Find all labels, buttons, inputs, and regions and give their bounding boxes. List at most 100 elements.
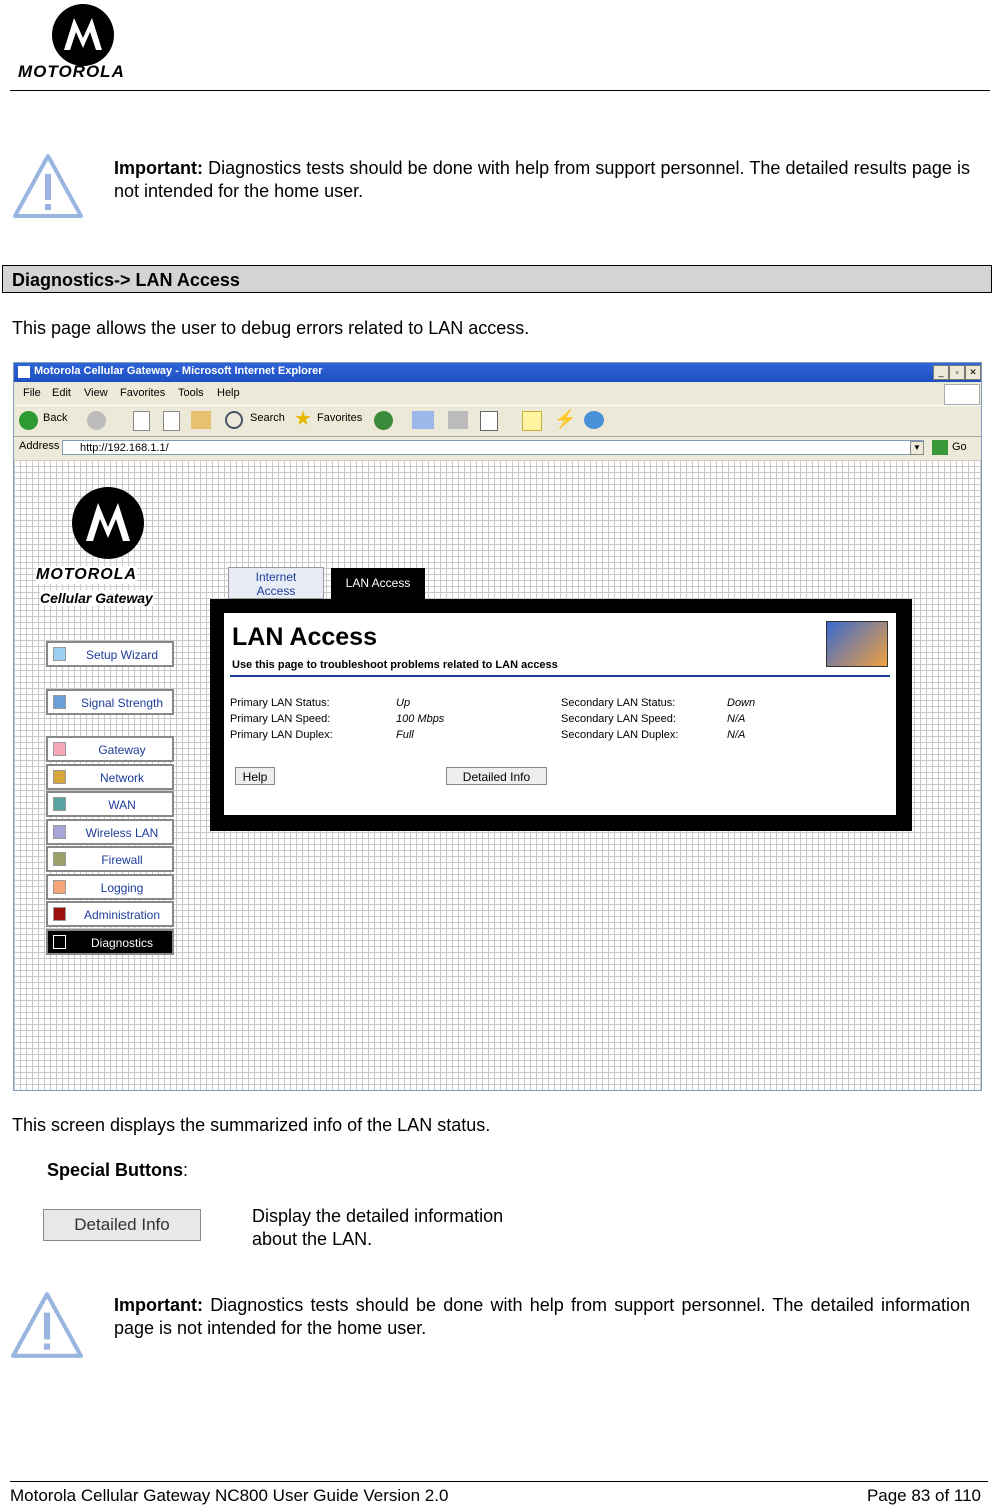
maximize-icon[interactable]: ▫ — [949, 365, 965, 380]
warning-icon — [12, 152, 84, 225]
tab-internet-access[interactable]: Internet Access — [228, 567, 324, 599]
warning-icon — [10, 1290, 84, 1365]
nav-swatch — [53, 825, 66, 839]
nav-swatch — [53, 647, 66, 661]
back-arrow-icon[interactable] — [19, 411, 38, 430]
close-icon[interactable]: ✕ — [965, 365, 981, 380]
important-text: Diagnostics tests should be done with he… — [114, 158, 970, 201]
footer-divider — [10, 1481, 988, 1482]
secondary-speed-label: Secondary LAN Speed: — [561, 713, 676, 725]
tab-internet-label: Internet Access — [255, 570, 297, 598]
nav-setup-wizard[interactable]: Setup Wizard — [46, 641, 174, 667]
important-note: Important: Diagnostics tests should be d… — [114, 157, 970, 203]
secondary-duplex-label: Secondary LAN Duplex: — [561, 729, 679, 741]
browser-window: Motorola Cellular Gateway - Microsoft In… — [13, 362, 982, 1091]
secondary-speed-value: N/A — [727, 713, 746, 725]
nav-swatch — [53, 770, 66, 784]
secondary-duplex-value: N/A — [727, 729, 746, 741]
refresh-icon[interactable] — [163, 411, 180, 431]
nav-label: Setup Wizard — [85, 648, 159, 662]
description-line-1: Display the detailed information — [252, 1206, 504, 1226]
nav-logging[interactable]: Logging — [46, 874, 174, 900]
footer-page-number: Page 83 of 110 — [866, 1486, 981, 1505]
go-arrow-icon[interactable] — [932, 440, 948, 455]
forward-arrow-icon[interactable] — [87, 411, 106, 430]
favorites-star-icon[interactable]: ★ — [294, 409, 312, 429]
window-title: Motorola Cellular Gateway - Microsoft In… — [34, 365, 323, 377]
history-icon[interactable] — [374, 411, 393, 430]
nav-label: WAN — [108, 798, 136, 812]
button-description: Display the detailed information about t… — [252, 1205, 503, 1251]
menu-view[interactable]: View — [84, 387, 108, 399]
back-button[interactable]: Back — [43, 412, 67, 424]
menu-favorites[interactable]: Favorites — [120, 387, 165, 399]
note-icon[interactable] — [522, 411, 542, 431]
edit-icon[interactable] — [480, 411, 498, 431]
nav-swatch — [53, 907, 66, 921]
print-icon[interactable] — [448, 411, 468, 429]
go-button[interactable]: Go — [952, 441, 967, 453]
home-icon[interactable] — [191, 411, 211, 429]
nav-gateway[interactable]: Gateway — [46, 736, 174, 762]
menu-file[interactable]: File — [23, 387, 41, 399]
primary-status-value: Up — [396, 697, 411, 709]
motorola-wordmark: MOTOROLA — [18, 62, 125, 81]
tab-lan-label: LAN Access — [345, 576, 411, 590]
detailed-info-button[interactable]: Detailed Info — [446, 767, 547, 785]
menu-edit[interactable]: Edit — [52, 387, 71, 399]
nav-label: Diagnostics — [90, 936, 154, 950]
stop-icon[interactable] — [133, 411, 150, 431]
secondary-status-label: Secondary LAN Status: — [561, 697, 676, 709]
help-button[interactable]: Help — [235, 767, 275, 785]
menu-help[interactable]: Help — [217, 387, 240, 399]
nav-administration[interactable]: Administration — [46, 901, 174, 927]
app-product: Cellular Gateway — [40, 590, 153, 606]
address-label: Address — [19, 440, 60, 452]
panel-content: LAN Access Use this page to troubleshoot… — [224, 613, 896, 815]
section-header: Diagnostics-> LAN Access — [2, 265, 992, 293]
menu-bar: File Edit View Favorites Tools Help — [14, 383, 981, 405]
nav-label: Network — [99, 771, 144, 785]
special-heading-label: Special Buttons — [47, 1160, 184, 1180]
nav-label: Wireless LAN — [85, 826, 159, 840]
panel-subtitle: Use this page to troubleshoot problems r… — [232, 659, 558, 671]
motorola-logo-icon — [72, 487, 144, 559]
lan-access-panel: LAN Access Use this page to troubleshoot… — [210, 599, 912, 831]
menu-tools[interactable]: Tools — [178, 387, 204, 399]
nav-swatch — [53, 935, 66, 949]
nav-wireless-lan[interactable]: Wireless LAN — [46, 819, 174, 845]
page-viewport: MOTOROLA Cellular Gateway Internet Acces… — [14, 460, 981, 1090]
favorites-button[interactable]: Favorites — [317, 412, 362, 424]
browser-toolbar: Back Search ★ Favorites ⚡ — [14, 405, 981, 437]
primary-duplex-label: Primary LAN Duplex: — [230, 729, 333, 741]
nav-signal-strength[interactable]: Signal Strength — [46, 689, 174, 715]
nav-swatch — [53, 742, 66, 756]
tab-lan-access[interactable]: LAN Access — [331, 568, 425, 599]
search-icon[interactable] — [225, 411, 243, 429]
nav-firewall[interactable]: Firewall — [46, 846, 174, 872]
nav-diagnostics[interactable]: Diagnostics — [46, 929, 174, 955]
nav-swatch — [53, 880, 66, 894]
footer-title: Motorola Cellular Gateway NC800 User Gui… — [10, 1486, 449, 1505]
important-label: Important: — [114, 1295, 203, 1315]
primary-duplex-value: Full — [396, 729, 414, 741]
address-input[interactable]: http://192.168.1.1/ — [62, 440, 924, 455]
section-title: Diagnostics-> LAN Access — [12, 270, 240, 290]
summary-text: This screen displays the summarized info… — [12, 1115, 491, 1135]
browser-titlebar: Motorola Cellular Gateway - Microsoft In… — [14, 363, 981, 382]
ie-icon — [18, 366, 30, 378]
nav-label: Signal Strength — [80, 696, 164, 710]
motorola-logo-icon — [52, 4, 114, 66]
search-button[interactable]: Search — [250, 412, 285, 424]
minimize-icon[interactable]: _ — [933, 365, 949, 380]
lightning-icon[interactable]: ⚡ — [554, 409, 576, 430]
mail-icon[interactable] — [412, 411, 434, 429]
dropdown-arrow-icon[interactable]: ▼ — [910, 441, 924, 455]
special-buttons-heading: Special Buttons: — [47, 1160, 189, 1180]
nav-network[interactable]: Network — [46, 764, 174, 790]
nav-wan[interactable]: WAN — [46, 791, 174, 817]
messenger-icon[interactable] — [584, 411, 604, 429]
nav-label: Administration — [83, 908, 161, 922]
primary-speed-value: 100 Mbps — [396, 713, 445, 725]
important-label: Important: — [114, 158, 203, 178]
